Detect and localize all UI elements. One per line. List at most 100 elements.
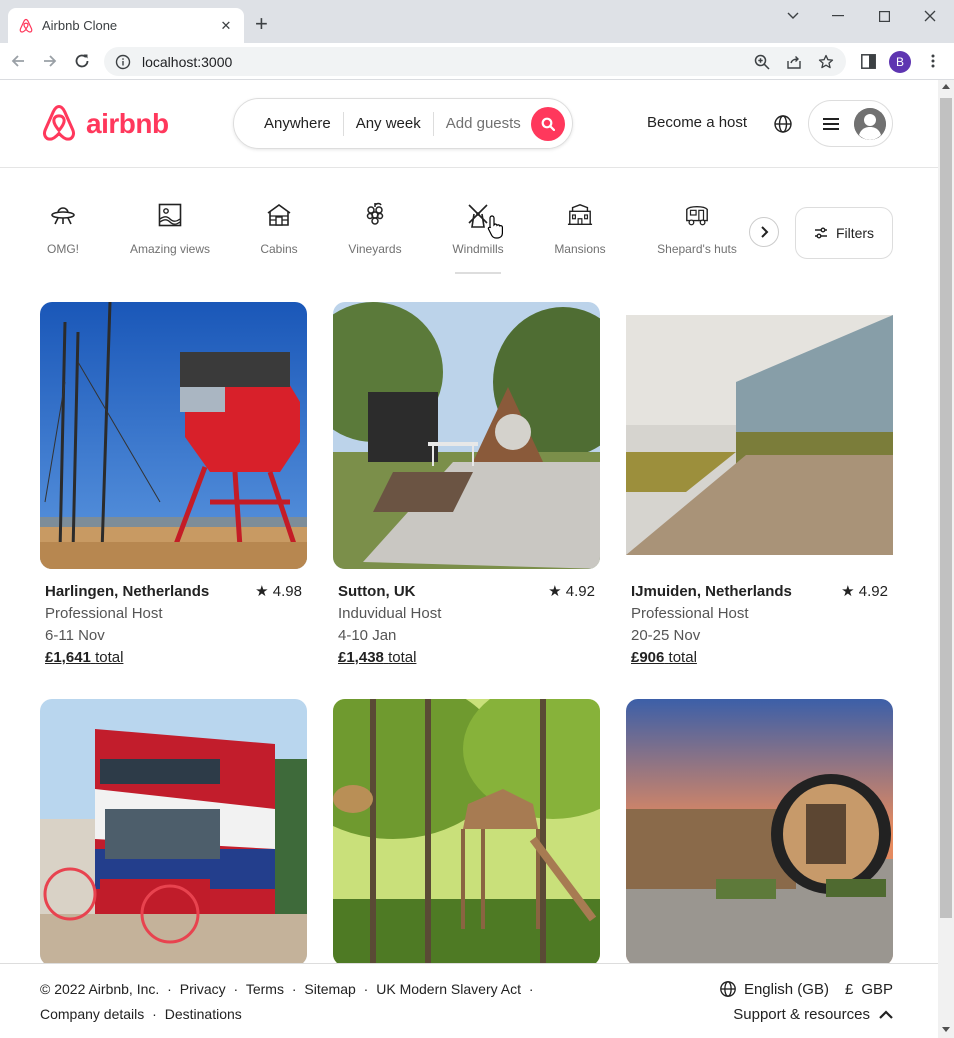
page-scrollbar[interactable] (938, 80, 954, 1038)
bookmark-star-icon[interactable] (816, 52, 836, 72)
reload-icon[interactable] (71, 50, 93, 72)
footer-separator: · (291, 981, 297, 997)
listing-dates: 20-25 Nov (631, 627, 701, 644)
zoom-icon[interactable] (752, 52, 772, 72)
footer-links-row-2: Company details · Destinations (40, 1006, 242, 1022)
listing-card[interactable]: Harlingen, Netherlands ★ 4.98 Profession… (40, 302, 307, 669)
listing-host: Professional Host (45, 605, 163, 622)
listing-photo[interactable] (626, 302, 893, 569)
browser-menu-icon[interactable] (923, 51, 943, 71)
maximize-icon[interactable] (869, 4, 899, 28)
footer-link-privacy[interactable]: Privacy (180, 981, 226, 997)
listing-card[interactable]: IJmuiden, Netherlands ★ 4.92 Professiona… (626, 302, 893, 669)
search-when[interactable]: Any week (344, 115, 433, 132)
close-window-icon[interactable] (915, 4, 945, 28)
tab-search-icon[interactable] (778, 4, 808, 28)
address-bar[interactable]: localhost:3000 (104, 47, 846, 76)
search-guests[interactable]: Add guests (434, 115, 533, 132)
search-icon (541, 117, 555, 131)
category-cabins[interactable]: Cabins (229, 202, 329, 256)
browser-tab[interactable]: Airbnb Clone ✕ (8, 8, 244, 43)
category-label: Vineyards (348, 242, 402, 256)
listing-photo[interactable] (333, 699, 600, 966)
listing-image-harlingen (40, 302, 307, 569)
scroll-down-arrow-icon[interactable] (942, 1027, 950, 1032)
new-tab-button[interactable]: + (255, 12, 268, 36)
footer-link-sitemap[interactable]: Sitemap (304, 981, 355, 997)
category-label: Amazing views (129, 242, 211, 256)
listing-photo[interactable] (626, 699, 893, 966)
language-selector[interactable]: English (GB) (744, 981, 829, 998)
footer-link-company-details[interactable]: Company details (40, 1006, 144, 1022)
page-content: airbnb Anywhere Any week Add guests Beco… (0, 80, 938, 1038)
airbnb-favicon-icon (18, 18, 34, 34)
search-bar[interactable]: Anywhere Any week Add guests (233, 98, 573, 149)
forward-arrow-icon[interactable] (39, 50, 61, 72)
chevron-up-icon (879, 1009, 893, 1019)
user-avatar-icon (854, 107, 886, 140)
listing-photo[interactable] (333, 302, 600, 569)
filters-button[interactable]: Filters (795, 207, 893, 259)
cabin-icon (266, 202, 292, 228)
globe-icon[interactable] (773, 114, 793, 134)
listing-image-ijmuiden (626, 302, 893, 569)
tab-close-icon[interactable]: ✕ (218, 18, 234, 34)
category-windmills[interactable]: Windmills (428, 202, 528, 256)
footer-link-terms[interactable]: Terms (246, 981, 284, 997)
category-label: Cabins (260, 242, 298, 256)
minimize-icon[interactable] (823, 4, 853, 28)
globe-icon (720, 981, 736, 997)
listing-price[interactable]: £1,438 total (338, 647, 595, 669)
category-next-button[interactable] (749, 217, 779, 247)
profile-avatar[interactable]: B (889, 51, 911, 73)
category-omg[interactable]: OMG! (13, 202, 113, 256)
site-info-icon[interactable] (114, 53, 132, 71)
listing-card[interactable]: Sutton, UK ★ 4.92 Induvidual Host 4-10 J… (333, 302, 600, 669)
listing-photo[interactable] (40, 699, 307, 966)
category-amazing-views[interactable]: Amazing views (120, 202, 220, 256)
currency-symbol: £ (844, 980, 854, 998)
search-where[interactable]: Anywhere (234, 115, 343, 132)
search-button[interactable] (531, 107, 565, 141)
filters-label: Filters (835, 225, 875, 241)
category-mansions[interactable]: Mansions (530, 202, 630, 256)
listing-card[interactable] (626, 699, 893, 966)
footer-link-slavery-act[interactable]: UK Modern Slavery Act (376, 981, 521, 997)
airbnb-logo[interactable]: airbnb (40, 103, 169, 145)
airbnb-logo-icon (42, 104, 76, 141)
listing-price[interactable]: £1,641 total (45, 647, 302, 669)
scroll-up-arrow-icon[interactable] (942, 84, 950, 89)
listing-rating: ★ 4.92 (841, 583, 888, 600)
listing-price[interactable]: £906 total (631, 647, 888, 669)
listing-card[interactable] (333, 699, 600, 966)
user-menu-button[interactable] (808, 100, 893, 147)
active-category-indicator (455, 272, 501, 274)
category-shepards-huts[interactable]: Shepard's huts (647, 202, 747, 256)
share-icon[interactable] (784, 52, 804, 72)
price-amount: £906 (631, 649, 665, 666)
listing-location: Sutton, UK (338, 583, 416, 600)
mansion-icon (567, 202, 593, 228)
listing-dates: 6-11 Nov (45, 627, 105, 644)
listing-rating: ★ 4.98 (255, 583, 302, 600)
support-resources-button[interactable]: Support & resources (733, 1006, 893, 1023)
picture-icon (157, 202, 183, 228)
support-label: Support & resources (733, 1006, 870, 1023)
footer-link-destinations[interactable]: Destinations (165, 1006, 242, 1022)
listing-photo[interactable] (40, 302, 307, 569)
ufo-icon (50, 202, 76, 228)
category-vineyards[interactable]: Vineyards (325, 202, 425, 256)
logo-text: airbnb (86, 108, 169, 139)
currency-selector[interactable]: GBP (861, 981, 893, 998)
price-suffix: total (95, 649, 124, 666)
scrollbar-thumb[interactable] (940, 98, 952, 918)
category-label: Windmills (452, 242, 504, 256)
browser-tab-strip: Airbnb Clone ✕ + (0, 0, 954, 43)
listing-card[interactable] (40, 699, 307, 966)
back-arrow-icon[interactable] (7, 50, 29, 72)
listing-host: Professional Host (631, 605, 749, 622)
listing-info: Harlingen, Netherlands ★ 4.98 Profession… (40, 581, 307, 669)
side-panel-icon[interactable] (858, 51, 878, 71)
listing-rating: ★ 4.92 (548, 583, 595, 600)
become-host-link[interactable]: Become a host (647, 114, 747, 131)
